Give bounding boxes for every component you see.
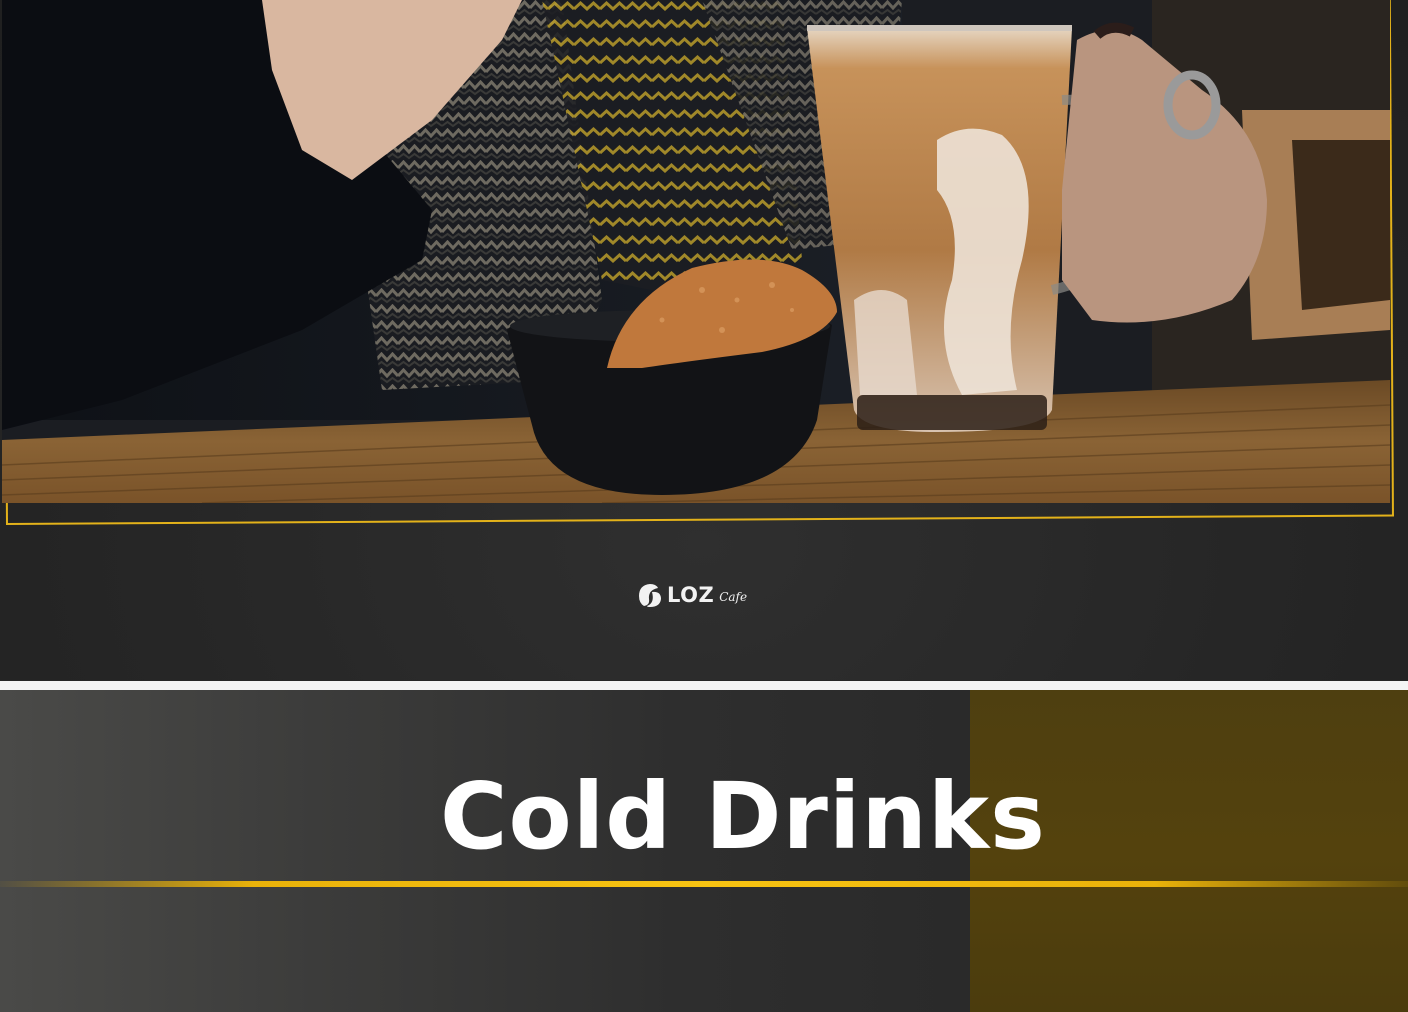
gold-divider: [0, 881, 1408, 887]
brand-logo: LOZ Cafe: [636, 578, 747, 612]
menu-page-top: LOZ Cafe: [0, 0, 1408, 680]
menu-page-bottom: Cold Drinks: [0, 690, 1408, 1012]
coffee-bean-icon: [639, 584, 661, 607]
hero-photo: [2, 0, 1390, 503]
brand-logo-sub: Cafe: [719, 590, 748, 604]
brand-logo-word: LOZ: [667, 583, 715, 607]
section-title: Cold Drinks: [440, 763, 1046, 870]
menu-page: LOZ Cafe Cold Drinks: [0, 0, 1408, 1012]
page-separator: [0, 681, 1408, 690]
